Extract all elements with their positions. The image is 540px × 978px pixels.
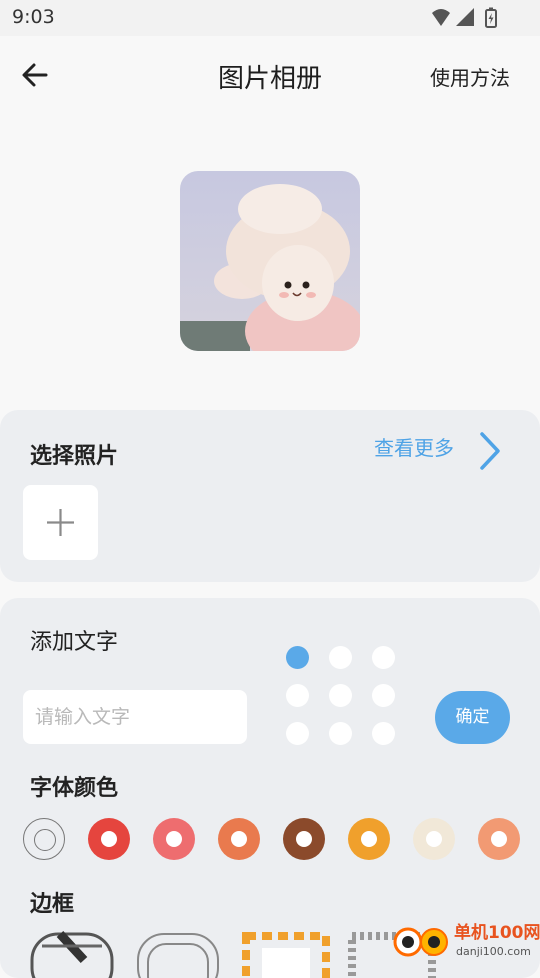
status-bar: 9:03: [0, 0, 540, 36]
color-swatch[interactable]: [153, 818, 195, 860]
border-option-orange-frame[interactable]: [242, 932, 330, 978]
see-more-link[interactable]: 查看更多: [374, 432, 454, 461]
position-dot[interactable]: [329, 684, 352, 707]
add-text-title: 添加文字: [30, 630, 119, 655]
border-option-stripe-frame[interactable]: [30, 930, 114, 978]
plus-icon: [47, 509, 74, 536]
wifi-icon: [432, 9, 450, 26]
border-title: 边框: [30, 892, 75, 917]
color-swatch[interactable]: [413, 818, 455, 860]
position-dot[interactable]: [286, 646, 309, 669]
position-dot[interactable]: [372, 722, 395, 745]
select-photo-card: 选择照片 查看更多: [0, 410, 540, 582]
battery-icon: [485, 7, 497, 28]
position-dot[interactable]: [329, 722, 352, 745]
signal-icon: [456, 8, 474, 26]
color-swatch[interactable]: [478, 818, 520, 860]
status-icons: [432, 7, 497, 28]
position-dot[interactable]: [286, 722, 309, 745]
color-swatch[interactable]: [88, 818, 130, 860]
top-app-bar: 图片相册 使用方法: [0, 36, 540, 116]
color-swatch-none[interactable]: [23, 818, 65, 860]
status-time: 9:03: [12, 6, 55, 28]
chevron-right-icon[interactable]: [474, 430, 504, 472]
border-option-double-frame[interactable]: [137, 933, 219, 978]
position-dot[interactable]: [372, 684, 395, 707]
position-dot[interactable]: [372, 646, 395, 669]
confirm-button[interactable]: 确定: [435, 691, 510, 744]
watermark-text: 单机100网: [454, 922, 540, 943]
position-dot[interactable]: [286, 684, 309, 707]
help-link[interactable]: 使用方法: [430, 62, 510, 91]
color-swatch[interactable]: [348, 818, 390, 860]
color-swatch[interactable]: [283, 818, 325, 860]
watermark-sub: danji100.com: [456, 945, 531, 958]
photo-preview: [180, 171, 360, 351]
select-photo-title: 选择照片: [30, 444, 119, 469]
position-dot[interactable]: [329, 646, 352, 669]
font-color-title: 字体颜色: [30, 776, 119, 801]
add-photo-button[interactable]: [23, 485, 98, 560]
site-watermark: 单机100网 danji100.com: [393, 922, 540, 958]
text-input[interactable]: [23, 690, 247, 744]
color-swatch[interactable]: [218, 818, 260, 860]
